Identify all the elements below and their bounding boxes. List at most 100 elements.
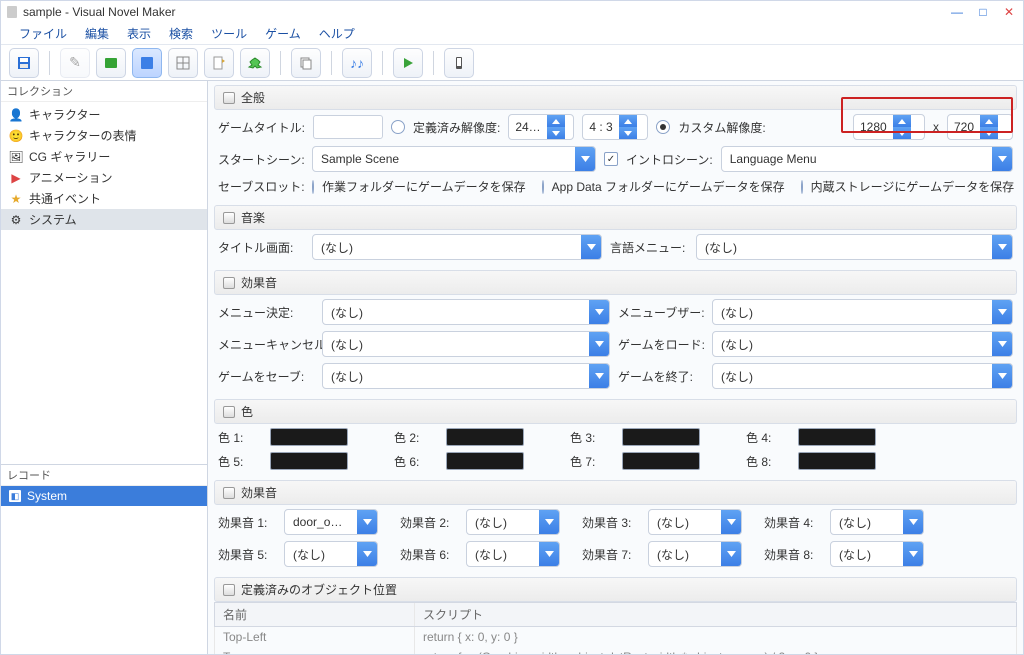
close-button[interactable]: ✕ bbox=[1001, 5, 1017, 19]
gallery-icon: 🖼 bbox=[9, 150, 23, 164]
gear-icon: ⚙ bbox=[9, 213, 23, 227]
tool-copy[interactable] bbox=[291, 48, 321, 78]
radio-predef-res[interactable] bbox=[391, 120, 405, 134]
select[interactable]: (なし) bbox=[322, 363, 610, 389]
menu-help[interactable]: ヘルプ bbox=[311, 23, 363, 44]
left-panel: コレクション 👤キャラクター 🙂キャラクターの表情 🖼CG ギャラリー ▶アニメ… bbox=[1, 81, 208, 654]
lbl-start-scene: スタートシーン: bbox=[218, 151, 304, 168]
select[interactable]: (なし) bbox=[648, 509, 742, 535]
person-icon: 👤 bbox=[9, 108, 23, 122]
select[interactable]: (なし) bbox=[284, 541, 378, 567]
menu-tool[interactable]: ツール bbox=[203, 23, 255, 44]
face-icon: 🙂 bbox=[9, 129, 23, 143]
tree-character[interactable]: 👤キャラクター bbox=[1, 104, 207, 125]
tree-system[interactable]: ⚙システム bbox=[1, 209, 207, 230]
tree-animation[interactable]: ▶アニメーション bbox=[1, 167, 207, 188]
save-button[interactable] bbox=[9, 48, 39, 78]
check-intro[interactable] bbox=[604, 152, 618, 166]
tool-scene[interactable] bbox=[132, 48, 162, 78]
records-panel: レコード ◧System bbox=[1, 464, 207, 654]
lbl-save-slot: セーブスロット: bbox=[218, 178, 304, 195]
records-header: レコード bbox=[1, 465, 207, 486]
color-swatch[interactable] bbox=[622, 428, 700, 446]
toolbar: ✎ ♪♪ bbox=[1, 45, 1023, 81]
lbl-music-title: タイトル画面: bbox=[218, 239, 304, 256]
lbl-music-lang: 言語メニュー: bbox=[610, 239, 688, 256]
app-icon bbox=[7, 6, 17, 18]
lbl-predef-res: 定義済み解像度: bbox=[413, 119, 500, 136]
select-music-lang[interactable]: (なし) bbox=[696, 234, 1013, 260]
color-swatch[interactable] bbox=[798, 452, 876, 470]
select[interactable]: (なし) bbox=[712, 299, 1013, 325]
section-music[interactable]: 音楽 bbox=[214, 205, 1017, 230]
obj-row[interactable]: Top-Leftreturn { x: 0, y: 0 } bbox=[214, 627, 1017, 647]
cube-icon: ◧ bbox=[9, 490, 21, 502]
tool-play[interactable] bbox=[393, 48, 423, 78]
section-general[interactable]: 全般 bbox=[214, 85, 1017, 110]
select[interactable]: (なし) bbox=[648, 541, 742, 567]
spin-res-w[interactable]: 1280 bbox=[853, 114, 925, 140]
content-panel: 全般 ゲームタイトル: 定義済み解像度: 24… 4 : 3 カスタム解像度: … bbox=[208, 81, 1023, 654]
section-se1[interactable]: 効果音 bbox=[214, 270, 1017, 295]
spin-res-ratio[interactable]: 4 : 3 bbox=[582, 114, 648, 140]
collection-tree: 👤キャラクター 🙂キャラクターの表情 🖼CG ギャラリー ▶アニメーション ★共… bbox=[1, 102, 207, 464]
radio-custom-res[interactable] bbox=[656, 120, 670, 134]
window-title: sample - Visual Novel Maker bbox=[23, 5, 176, 19]
menu-game[interactable]: ゲーム bbox=[257, 23, 309, 44]
color-swatch[interactable] bbox=[446, 452, 524, 470]
radio-save-2[interactable] bbox=[542, 180, 544, 194]
radio-save-3[interactable] bbox=[801, 180, 803, 194]
color-swatch[interactable] bbox=[270, 452, 348, 470]
tool-image[interactable] bbox=[96, 48, 126, 78]
menu-view[interactable]: 表示 bbox=[119, 23, 159, 44]
tree-common[interactable]: ★共通イベント bbox=[1, 188, 207, 209]
input-game-title[interactable] bbox=[313, 115, 383, 139]
titlebar: sample - Visual Novel Maker — □ ✕ bbox=[1, 1, 1023, 23]
menu-file[interactable]: ファイル bbox=[11, 23, 75, 44]
tool-script[interactable] bbox=[204, 48, 234, 78]
select[interactable]: (なし) bbox=[830, 541, 924, 567]
star-icon: ★ bbox=[9, 192, 23, 206]
tree-expression[interactable]: 🙂キャラクターの表情 bbox=[1, 125, 207, 146]
tool-device[interactable] bbox=[444, 48, 474, 78]
minimize-button[interactable]: — bbox=[949, 5, 965, 19]
color-swatch[interactable] bbox=[446, 428, 524, 446]
color-swatch[interactable] bbox=[798, 428, 876, 446]
select[interactable]: (なし) bbox=[712, 331, 1013, 357]
select[interactable]: (なし) bbox=[322, 331, 610, 357]
tool-edit[interactable]: ✎ bbox=[60, 48, 90, 78]
section-colors[interactable]: 色 bbox=[214, 399, 1017, 424]
color-swatch[interactable] bbox=[270, 428, 348, 446]
lbl-x: x bbox=[933, 120, 939, 134]
spin-res-h[interactable]: 720 bbox=[947, 114, 1013, 140]
play-icon: ▶ bbox=[9, 171, 23, 185]
select-music-title[interactable]: (なし) bbox=[312, 234, 602, 260]
select[interactable]: (なし) bbox=[466, 541, 560, 567]
tree-cg[interactable]: 🖼CG ギャラリー bbox=[1, 146, 207, 167]
radio-save-1[interactable] bbox=[312, 180, 314, 194]
menu-search[interactable]: 検索 bbox=[161, 23, 201, 44]
obj-row[interactable]: Topreturn { x: (Graphics.width - object.… bbox=[214, 647, 1017, 654]
select-intro[interactable]: Language Menu bbox=[721, 146, 1013, 172]
tool-star[interactable] bbox=[240, 48, 270, 78]
spin-res-size[interactable]: 24… bbox=[508, 114, 574, 140]
record-system[interactable]: ◧System bbox=[1, 486, 207, 506]
select[interactable]: (なし) bbox=[466, 509, 560, 535]
lbl-intro: イントロシーン: bbox=[626, 151, 713, 168]
select-start-scene[interactable]: Sample Scene bbox=[312, 146, 596, 172]
select[interactable]: door_o… bbox=[284, 509, 378, 535]
menubar: ファイル 編集 表示 検索 ツール ゲーム ヘルプ bbox=[1, 23, 1023, 45]
select[interactable]: (なし) bbox=[830, 509, 924, 535]
lbl-custom-res: カスタム解像度: bbox=[678, 119, 765, 136]
tool-grid[interactable] bbox=[168, 48, 198, 78]
tool-music[interactable]: ♪♪ bbox=[342, 48, 372, 78]
select[interactable]: (なし) bbox=[322, 299, 610, 325]
collection-header: コレクション bbox=[1, 81, 207, 102]
maximize-button[interactable]: □ bbox=[975, 5, 991, 19]
color-swatch[interactable] bbox=[622, 452, 700, 470]
section-se2[interactable]: 効果音 bbox=[214, 480, 1017, 505]
menu-edit[interactable]: 編集 bbox=[77, 23, 117, 44]
section-objpos[interactable]: 定義済みのオブジェクト位置 bbox=[214, 577, 1017, 602]
obj-header: 名前 スクリプト bbox=[214, 602, 1017, 627]
select[interactable]: (なし) bbox=[712, 363, 1013, 389]
